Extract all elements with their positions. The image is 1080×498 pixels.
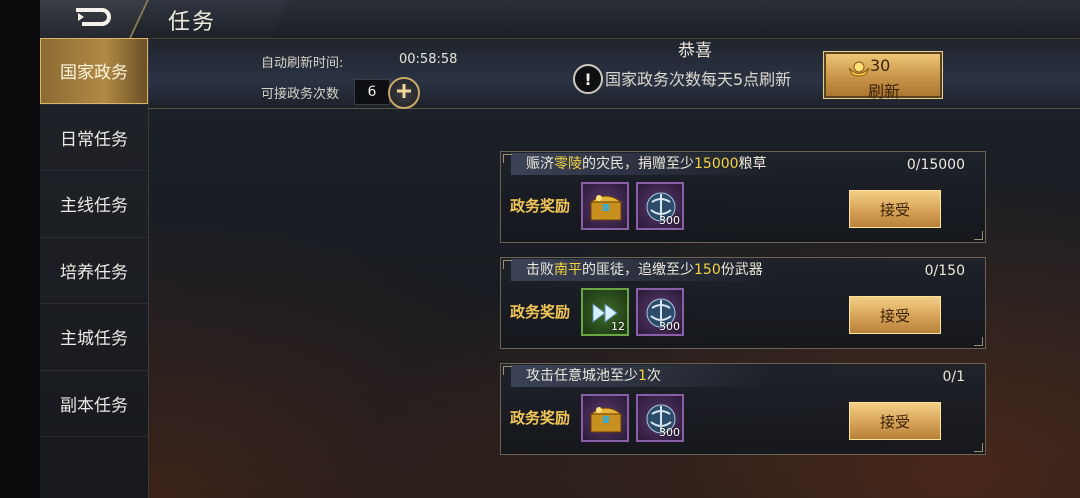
reward-item-orb[interactable]: 300 <box>636 182 684 230</box>
add-count-button[interactable] <box>388 77 420 109</box>
reward-item-orb[interactable]: 300 <box>636 394 684 442</box>
refresh-button[interactable]: 30 刷新 <box>823 51 943 101</box>
sidebar-item-label: 日常任务 <box>60 129 128 150</box>
reward-item-orb[interactable]: 300 <box>636 288 684 336</box>
sidebar-item-label: 主城任务 <box>60 329 128 350</box>
sidebar-item-national-affairs[interactable]: 国家政务 <box>40 38 148 105</box>
accept-button[interactable]: 接受 <box>849 296 941 334</box>
exclamation-icon: ! <box>573 64 603 94</box>
auto-refresh-label: 自动刷新时间: <box>261 56 344 71</box>
task-sidebar: 国家政务 日常任务 主线任务 培养任务 主城任务 副本任务 <box>40 38 149 498</box>
refresh-notice: 国家政务次数每天5点刷新 <box>605 70 792 89</box>
accept-button[interactable]: 接受 <box>849 190 941 228</box>
reward-label: 政务奖励 <box>510 409 571 427</box>
task-title: 击败南平的匪徒，追缴至少150份武器 <box>526 262 763 278</box>
congrats-text: 恭喜 <box>678 41 712 61</box>
game-screen: 任务 国家政务 日常任务 主线任务 培养任务 主城任务 副本任务 自动刷新时间:… <box>40 0 1080 498</box>
reward-label: 政务奖励 <box>510 303 571 321</box>
sidebar-item-label: 国家政务 <box>60 63 128 84</box>
task-title: 赈济零陵的灾民，捐赠至少15000粮草 <box>526 156 767 172</box>
sidebar-item-label: 培养任务 <box>60 262 128 283</box>
plus-icon <box>396 83 412 103</box>
task-card: 赈济零陵的灾民，捐赠至少15000粮草 0/15000 政务奖励 300 接受 <box>500 151 986 243</box>
remaining-count-value: 6 <box>354 79 390 105</box>
task-card: 攻击任意城池至少1次 0/1 政务奖励 300 接受 <box>500 363 986 455</box>
auto-refresh-timer: 00:58:58 <box>399 52 458 67</box>
reward-item-speedup[interactable]: 12 <box>581 288 629 336</box>
back-arrow-icon <box>72 6 116 32</box>
task-progress: 0/1 <box>942 369 965 385</box>
sidebar-item-daily-tasks[interactable]: 日常任务 <box>40 105 148 171</box>
sidebar-item-city-tasks[interactable]: 主城任务 <box>40 304 148 371</box>
task-card: 击败南平的匪徒，追缴至少150份武器 0/150 政务奖励 12 300 接受 <box>500 257 986 349</box>
sidebar-item-training-tasks[interactable]: 培养任务 <box>40 238 148 304</box>
page-title: 任务 <box>168 10 217 35</box>
sidebar-item-label: 副本任务 <box>60 395 128 416</box>
top-bar: 任务 <box>40 0 1080 39</box>
remaining-count-label: 可接政务次数 <box>261 87 340 102</box>
reward-label: 政务奖励 <box>510 197 571 215</box>
reward-item-chest[interactable] <box>581 182 629 230</box>
sidebar-item-main-tasks[interactable]: 主线任务 <box>40 171 148 238</box>
reward-item-chest[interactable] <box>581 394 629 442</box>
refresh-cost: 30 <box>870 56 891 75</box>
accept-button[interactable]: 接受 <box>849 402 941 440</box>
task-title: 攻击任意城池至少1次 <box>526 368 661 384</box>
sidebar-item-dungeon-tasks[interactable]: 副本任务 <box>40 371 148 437</box>
task-progress: 0/150 <box>924 263 965 279</box>
task-progress: 0/15000 <box>906 157 965 173</box>
sidebar-item-label: 主线任务 <box>60 196 128 217</box>
refresh-label: 刷新 <box>867 82 900 101</box>
